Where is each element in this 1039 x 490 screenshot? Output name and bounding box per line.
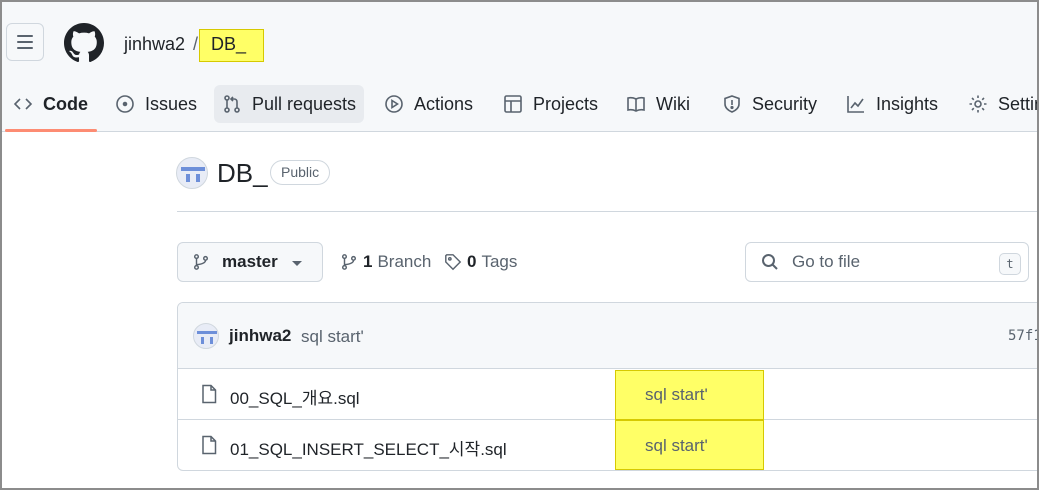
issue-icon [116,95,134,113]
tab-label: Settin [998,93,1037,114]
tag-count: 0 [467,252,477,271]
caret-down-icon [292,261,302,266]
visibility-badge: Public [270,160,331,185]
branch-label: Branch [377,252,432,271]
table-row[interactable]: 00_SQL_개요.sql sql start' [178,369,1037,420]
branches-link[interactable]: 1 Branch [340,252,431,272]
gear-icon [969,95,987,113]
shield-icon [724,95,740,113]
file-commit-message[interactable]: sql start' [645,436,708,456]
branch-name: master [222,252,278,271]
file-name[interactable]: 01_SQL_INSERT_SELECT_시작.sql [230,435,507,460]
table-row[interactable]: 01_SQL_INSERT_SELECT_시작.sql sql start' [178,420,1037,470]
file-icon [202,435,217,455]
repo-nav-tabs: Code Issues Pull requests Actions Projec… [2,82,1037,132]
table-icon [504,95,522,113]
repo-header: jinhwa2 / DB_ Code Issues Pull requests … [2,2,1037,132]
page-title[interactable]: DB_ [217,158,268,189]
go-to-file-input[interactable]: Go to file t [745,242,1029,282]
tab-pull-requests[interactable]: Pull requests [214,85,365,123]
graph-icon [847,96,864,113]
branch-icon [193,254,209,270]
tab-label: Code [43,93,88,114]
search-icon [762,254,778,270]
owner-link[interactable]: jinhwa2 [124,34,185,55]
commit-hash[interactable]: 57f11 [1008,328,1037,344]
file-name[interactable]: 00_SQL_개요.sql [230,384,360,409]
file-commit-message[interactable]: sql start' [645,385,708,405]
tab-actions[interactable]: Actions [376,85,481,123]
code-icon [13,98,33,110]
search-placeholder: Go to file [792,252,861,271]
tab-label: Actions [414,93,474,114]
tab-code[interactable]: Code [5,85,96,123]
tab-security[interactable]: Security [714,85,825,123]
avatar[interactable] [193,323,219,349]
github-logo-icon[interactable] [64,23,104,63]
active-tab-indicator [5,129,97,132]
window-frame: jinhwa2 / DB_ Code Issues Pull requests … [0,0,1039,490]
file-icon [202,384,217,404]
tab-wiki[interactable]: Wiki [618,85,698,123]
commit-author[interactable]: jinhwa2 [229,326,291,346]
tab-projects[interactable]: Projects [495,85,606,123]
commit-message[interactable]: sql start' [301,327,364,347]
branch-icon [341,254,357,270]
tab-label: Insights [876,93,939,114]
repo-link[interactable]: DB_ [211,34,246,55]
tags-link[interactable]: 0 Tags [444,252,517,272]
tab-label: Wiki [656,93,690,114]
tag-icon [445,254,462,271]
branch-count: 1 [363,252,373,271]
play-icon [385,95,403,113]
tab-label: Projects [533,93,599,114]
keyboard-shortcut-hint: t [999,253,1021,275]
divider [177,211,1037,212]
hamburger-icon [17,35,33,37]
breadcrumb-separator: / [193,34,199,54]
tab-label: Issues [145,93,198,114]
pull-request-icon [224,95,240,113]
branch-select-button[interactable]: master [177,242,323,282]
avatar [176,157,208,189]
tag-label: Tags [481,252,518,271]
tab-label: Pull requests [252,93,357,114]
menu-button[interactable] [6,23,44,61]
tab-issues[interactable]: Issues [107,85,205,123]
tab-insights[interactable]: Insights [838,85,946,123]
tab-label: Security [752,93,818,114]
tab-settings[interactable]: Settin [960,85,1037,123]
latest-commit-row: jinhwa2 sql start' 57f11 [178,303,1037,369]
book-icon [627,96,645,112]
file-table: jinhwa2 sql start' 57f11 00_SQL_개요.sql s… [177,302,1037,471]
